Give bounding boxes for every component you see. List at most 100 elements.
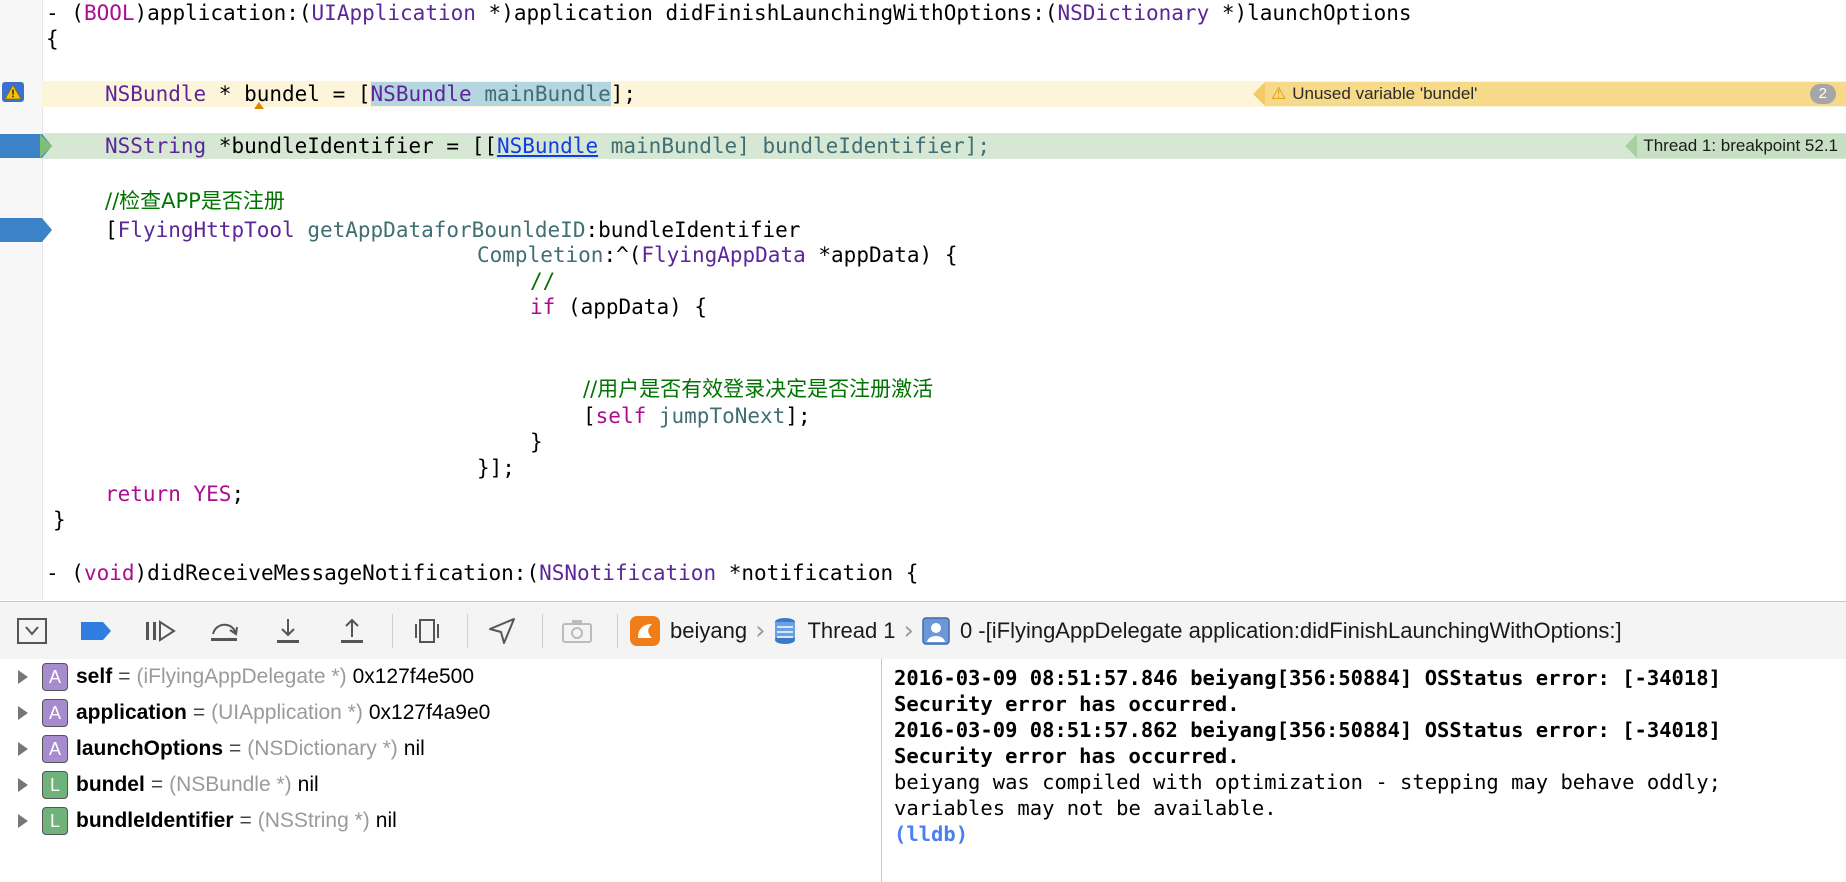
breadcrumb-app[interactable]: beiyang — [670, 618, 747, 644]
warning-triangle-icon: ⚠ — [1271, 84, 1287, 103]
variable-equals: = — [229, 737, 242, 760]
lldb-prompt[interactable]: (lldb) — [894, 821, 968, 847]
breadcrumb-thread[interactable]: Thread 1 — [807, 618, 895, 644]
breadcrumb-chevron-icon: › — [755, 615, 766, 646]
continue-button[interactable] — [138, 611, 182, 651]
variable-value: 0x127f4e500 — [352, 665, 475, 688]
step-into-icon — [277, 618, 299, 643]
step-over-icon — [211, 623, 238, 641]
variable-value: 0x127f4a9e0 — [368, 701, 491, 724]
console-line: beiyang was compiled with optimization -… — [894, 770, 1721, 794]
code-comment[interactable]: // — [530, 268, 555, 294]
toolbar-separator — [542, 613, 543, 648]
breakpoint-marker[interactable] — [0, 134, 52, 158]
issue-count-badge[interactable]: 2 — [1809, 84, 1836, 104]
step-out-icon — [341, 618, 363, 643]
variable-name: self — [76, 665, 113, 688]
code-line[interactable]: if (appData) { — [530, 294, 707, 320]
toolbar-separator — [617, 613, 618, 648]
disclosure-triangle-icon[interactable] — [18, 778, 28, 792]
code-line[interactable]: return YES; — [105, 481, 244, 507]
code-comment[interactable]: //用户是否有效登录决定是否注册激活 — [583, 376, 933, 402]
console-line: Security error has occurred. — [894, 744, 1240, 768]
continue-icon — [146, 619, 176, 642]
code-line[interactable]: [self jumpToNext]; — [583, 403, 811, 429]
variable-type: (NSBundle *) — [169, 773, 292, 796]
app-icon[interactable] — [630, 615, 660, 646]
camera-icon — [562, 619, 592, 643]
warning-annotation[interactable]: ⚠ Unused variable 'bundel' 2 — [1253, 82, 1846, 106]
view-hierarchy-button[interactable] — [405, 611, 449, 651]
variables-view[interactable]: A self = (iFlyingAppDelegate *) 0x127f4e… — [0, 659, 882, 882]
variable-equals: = — [150, 773, 164, 796]
breakpoint-label: Thread 1: breakpoint 52.1 — [1637, 134, 1846, 158]
disclosure-triangle-icon[interactable] — [18, 814, 28, 828]
code-comment[interactable]: //检查APP是否注册 — [105, 188, 285, 214]
hide-debug-area-icon — [17, 617, 47, 644]
variable-type: (UIApplication *) — [211, 701, 363, 724]
breakpoint-icon — [81, 621, 111, 640]
variable-row[interactable]: L bundel = (NSBundle *) nil — [0, 768, 319, 802]
capture-gpu-frame-button[interactable] — [555, 611, 599, 651]
code-line[interactable]: [FlyingHttpTool getAppDataforBounldeID:b… — [105, 217, 800, 243]
stack-frame-user-icon[interactable] — [922, 616, 950, 645]
warning-icon[interactable] — [2, 82, 24, 102]
disclosure-triangle-icon[interactable] — [18, 670, 28, 684]
console-line: 2016-03-09 08:51:57.846 beiyang[356:5088… — [894, 666, 1721, 690]
variable-name: bundel — [76, 773, 145, 796]
debug-breadcrumb: beiyang › Thread 1 › 0 -[iFlyingAppDeleg… — [630, 615, 1622, 646]
variable-type: (NSDictionary *) — [247, 737, 398, 760]
variable-type: (NSString *) — [257, 809, 370, 832]
variable-equals: = — [192, 701, 206, 724]
thread-icon[interactable] — [773, 617, 797, 645]
variable-name: launchOptions — [76, 737, 223, 760]
toolbar-separator — [467, 613, 468, 648]
variable-value: nil — [375, 809, 397, 832]
breakpoint-marker[interactable] — [0, 218, 52, 242]
debug-console[interactable]: 2016-03-09 08:51:57.846 beiyang[356:5088… — [882, 659, 1846, 882]
variable-value: nil — [297, 773, 319, 796]
code-line[interactable]: NSBundle * bundel = [NSBundle mainBundle… — [105, 81, 636, 107]
code-line[interactable]: } — [530, 429, 543, 455]
variable-equals: = — [118, 665, 131, 688]
step-out-button[interactable] — [330, 611, 374, 651]
code-line[interactable]: - (BOOL)application:(UIApplication *)app… — [46, 0, 1412, 26]
warning-caret — [254, 102, 264, 109]
breakpoints-toggle-button[interactable] — [74, 611, 118, 651]
argument-badge-icon: A — [42, 699, 68, 727]
breadcrumb-frame[interactable]: 0 -[iFlyingAppDelegate application:didFi… — [960, 618, 1622, 644]
disclosure-triangle-icon[interactable] — [18, 706, 28, 720]
variable-row[interactable]: A application = (UIApplication *) 0x127f… — [0, 696, 490, 730]
toolbar-separator — [392, 613, 393, 648]
variable-name: application — [76, 701, 187, 724]
hide-debug-area-button[interactable] — [10, 611, 54, 651]
console-line: variables may not be available. — [894, 796, 1277, 820]
variable-row[interactable]: L bundleIdentifier = (NSString *) nil — [0, 804, 397, 838]
console-line: Security error has occurred. — [894, 692, 1240, 716]
simulate-location-button[interactable] — [480, 611, 524, 651]
code-line[interactable]: { — [46, 26, 59, 52]
step-over-button[interactable] — [202, 611, 246, 651]
location-arrow-icon — [489, 617, 515, 644]
source-editor[interactable]: - (BOOL)application:(UIApplication *)app… — [0, 0, 1846, 600]
variable-row[interactable]: A self = (iFlyingAppDelegate *) 0x127f4e… — [0, 660, 474, 694]
variable-row[interactable]: A launchOptions = (NSDictionary *) nil — [0, 732, 425, 766]
argument-badge-icon: A — [42, 735, 68, 763]
debug-toolbar: beiyang › Thread 1 › 0 -[iFlyingAppDeleg… — [0, 601, 1846, 660]
view-hierarchy-icon — [415, 618, 439, 643]
variable-type: (iFlyingAppDelegate *) — [136, 665, 347, 688]
code-line[interactable]: NSString *bundleIdentifier = [[NSBundle … — [105, 133, 990, 159]
code-line[interactable]: - (void)didReceiveMessageNotification:(N… — [46, 560, 918, 586]
code-line[interactable]: } — [53, 507, 66, 533]
local-badge-icon: L — [42, 771, 68, 799]
breadcrumb-chevron-icon: › — [903, 615, 914, 646]
code-line[interactable]: }]; — [477, 455, 515, 481]
variable-value: nil — [403, 737, 425, 760]
variable-name: bundleIdentifier — [76, 809, 234, 832]
step-into-button[interactable] — [266, 611, 310, 651]
warning-message: Unused variable 'bundel' — [1292, 84, 1478, 103]
program-counter-arrow — [40, 134, 52, 158]
code-line[interactable]: Completion:^(FlyingAppData *appData) { — [477, 242, 957, 268]
local-badge-icon: L — [42, 807, 68, 835]
disclosure-triangle-icon[interactable] — [18, 742, 28, 756]
